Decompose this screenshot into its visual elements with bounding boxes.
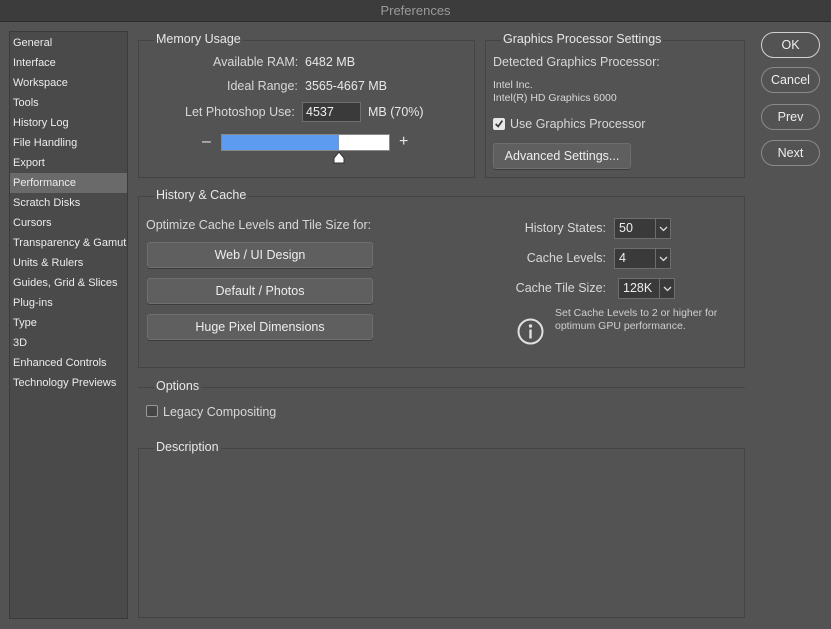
chevron-down-icon: [655, 249, 670, 268]
cache-tile-size-select[interactable]: 128K: [618, 278, 675, 299]
gpu-vendor: Intel Inc.: [493, 79, 533, 91]
increase-memory-icon[interactable]: +: [399, 133, 408, 151]
sidebar-item-enhanced-controls[interactable]: Enhanced Controls: [10, 353, 127, 373]
preferences-sidebar: General Interface Workspace Tools Histor…: [9, 31, 128, 619]
use-gpu-checkbox[interactable]: [493, 118, 505, 130]
chevron-down-icon: [659, 279, 674, 298]
title-bar: Preferences: [0, 0, 831, 22]
gpu-settings-title: Graphics Processor Settings: [501, 32, 664, 46]
legacy-compositing-checkbox[interactable]: [146, 405, 158, 417]
advanced-settings-button[interactable]: Advanced Settings...: [493, 143, 631, 169]
memory-use-unit: MB (70%): [368, 105, 424, 119]
cache-levels-select[interactable]: 4: [614, 248, 671, 269]
legacy-compositing-label[interactable]: Legacy Compositing: [163, 405, 276, 419]
sidebar-item-plug-ins[interactable]: Plug-ins: [10, 293, 127, 313]
description-title: Description: [154, 440, 221, 454]
sidebar-item-units-rulers[interactable]: Units & Rulers: [10, 253, 127, 273]
available-ram-label: Available RAM:: [213, 55, 299, 69]
cache-info-line-2: optimum GPU performance.: [555, 320, 686, 332]
sidebar-item-type[interactable]: Type: [10, 313, 127, 333]
chevron-down-icon: [655, 219, 670, 238]
memory-usage-title: Memory Usage: [154, 32, 243, 46]
available-ram-value: 6482 MB: [305, 55, 356, 69]
cache-info-line-1: Set Cache Levels to 2 or higher for: [555, 307, 718, 319]
sidebar-item-technology-previews[interactable]: Technology Previews: [10, 373, 127, 393]
sidebar-item-scratch-disks[interactable]: Scratch Disks: [10, 193, 127, 213]
history-states-select[interactable]: 50: [614, 218, 671, 239]
history-states-value: 50: [619, 221, 633, 235]
cache-levels-label: Cache Levels:: [526, 251, 606, 265]
sidebar-item-3d[interactable]: 3D: [10, 333, 127, 353]
sidebar-item-history-log[interactable]: History Log: [10, 113, 127, 133]
sidebar-item-export[interactable]: Export: [10, 153, 127, 173]
sidebar-item-guides-grid-slices[interactable]: Guides, Grid & Slices: [10, 273, 127, 293]
huge-pixel-dimensions-button[interactable]: Huge Pixel Dimensions: [147, 314, 373, 340]
default-photos-button[interactable]: Default / Photos: [147, 278, 373, 304]
cache-levels-value: 4: [619, 251, 626, 265]
description-panel: [138, 448, 745, 618]
ok-button[interactable]: OK: [761, 32, 820, 58]
ideal-range-value: 3565-4667 MB: [305, 79, 388, 93]
options-title: Options: [154, 379, 202, 393]
web-ui-design-button[interactable]: Web / UI Design: [147, 242, 373, 268]
gpu-model: Intel(R) HD Graphics 6000: [493, 92, 617, 104]
memory-slider-thumb[interactable]: [333, 152, 345, 164]
sidebar-item-workspace[interactable]: Workspace: [10, 73, 127, 93]
sidebar-item-cursors[interactable]: Cursors: [10, 213, 127, 233]
let-photoshop-use-label: Let Photoshop Use:: [185, 105, 295, 119]
memory-slider-fill: [222, 135, 339, 150]
checkmark-icon: [495, 120, 504, 128]
ideal-range-label: Ideal Range:: [227, 79, 298, 93]
optimize-cache-label: Optimize Cache Levels and Tile Size for:: [146, 218, 372, 232]
sidebar-item-interface[interactable]: Interface: [10, 53, 127, 73]
memory-use-input[interactable]: 4537: [302, 102, 361, 122]
decrease-memory-icon[interactable]: –: [202, 133, 211, 151]
window-title: Preferences: [380, 3, 451, 18]
sidebar-item-performance[interactable]: Performance: [10, 173, 127, 193]
history-states-label: History States:: [524, 221, 606, 235]
cancel-button[interactable]: Cancel: [761, 67, 820, 93]
prev-button[interactable]: Prev: [761, 104, 820, 130]
sidebar-item-tools[interactable]: Tools: [10, 93, 127, 113]
cache-tile-size-value: 128K: [623, 281, 653, 295]
sidebar-item-general[interactable]: General: [10, 33, 127, 53]
detected-gpu-label: Detected Graphics Processor:: [493, 55, 660, 69]
next-button[interactable]: Next: [761, 140, 820, 166]
memory-slider[interactable]: [221, 134, 390, 151]
sidebar-item-file-handling[interactable]: File Handling: [10, 133, 127, 153]
sidebar-item-transparency-gamut[interactable]: Transparency & Gamut: [10, 233, 127, 253]
cache-tile-size-label: Cache Tile Size:: [515, 281, 606, 295]
history-cache-title: History & Cache: [154, 188, 249, 202]
use-gpu-label[interactable]: Use Graphics Processor: [510, 117, 645, 131]
info-icon: [517, 318, 544, 345]
